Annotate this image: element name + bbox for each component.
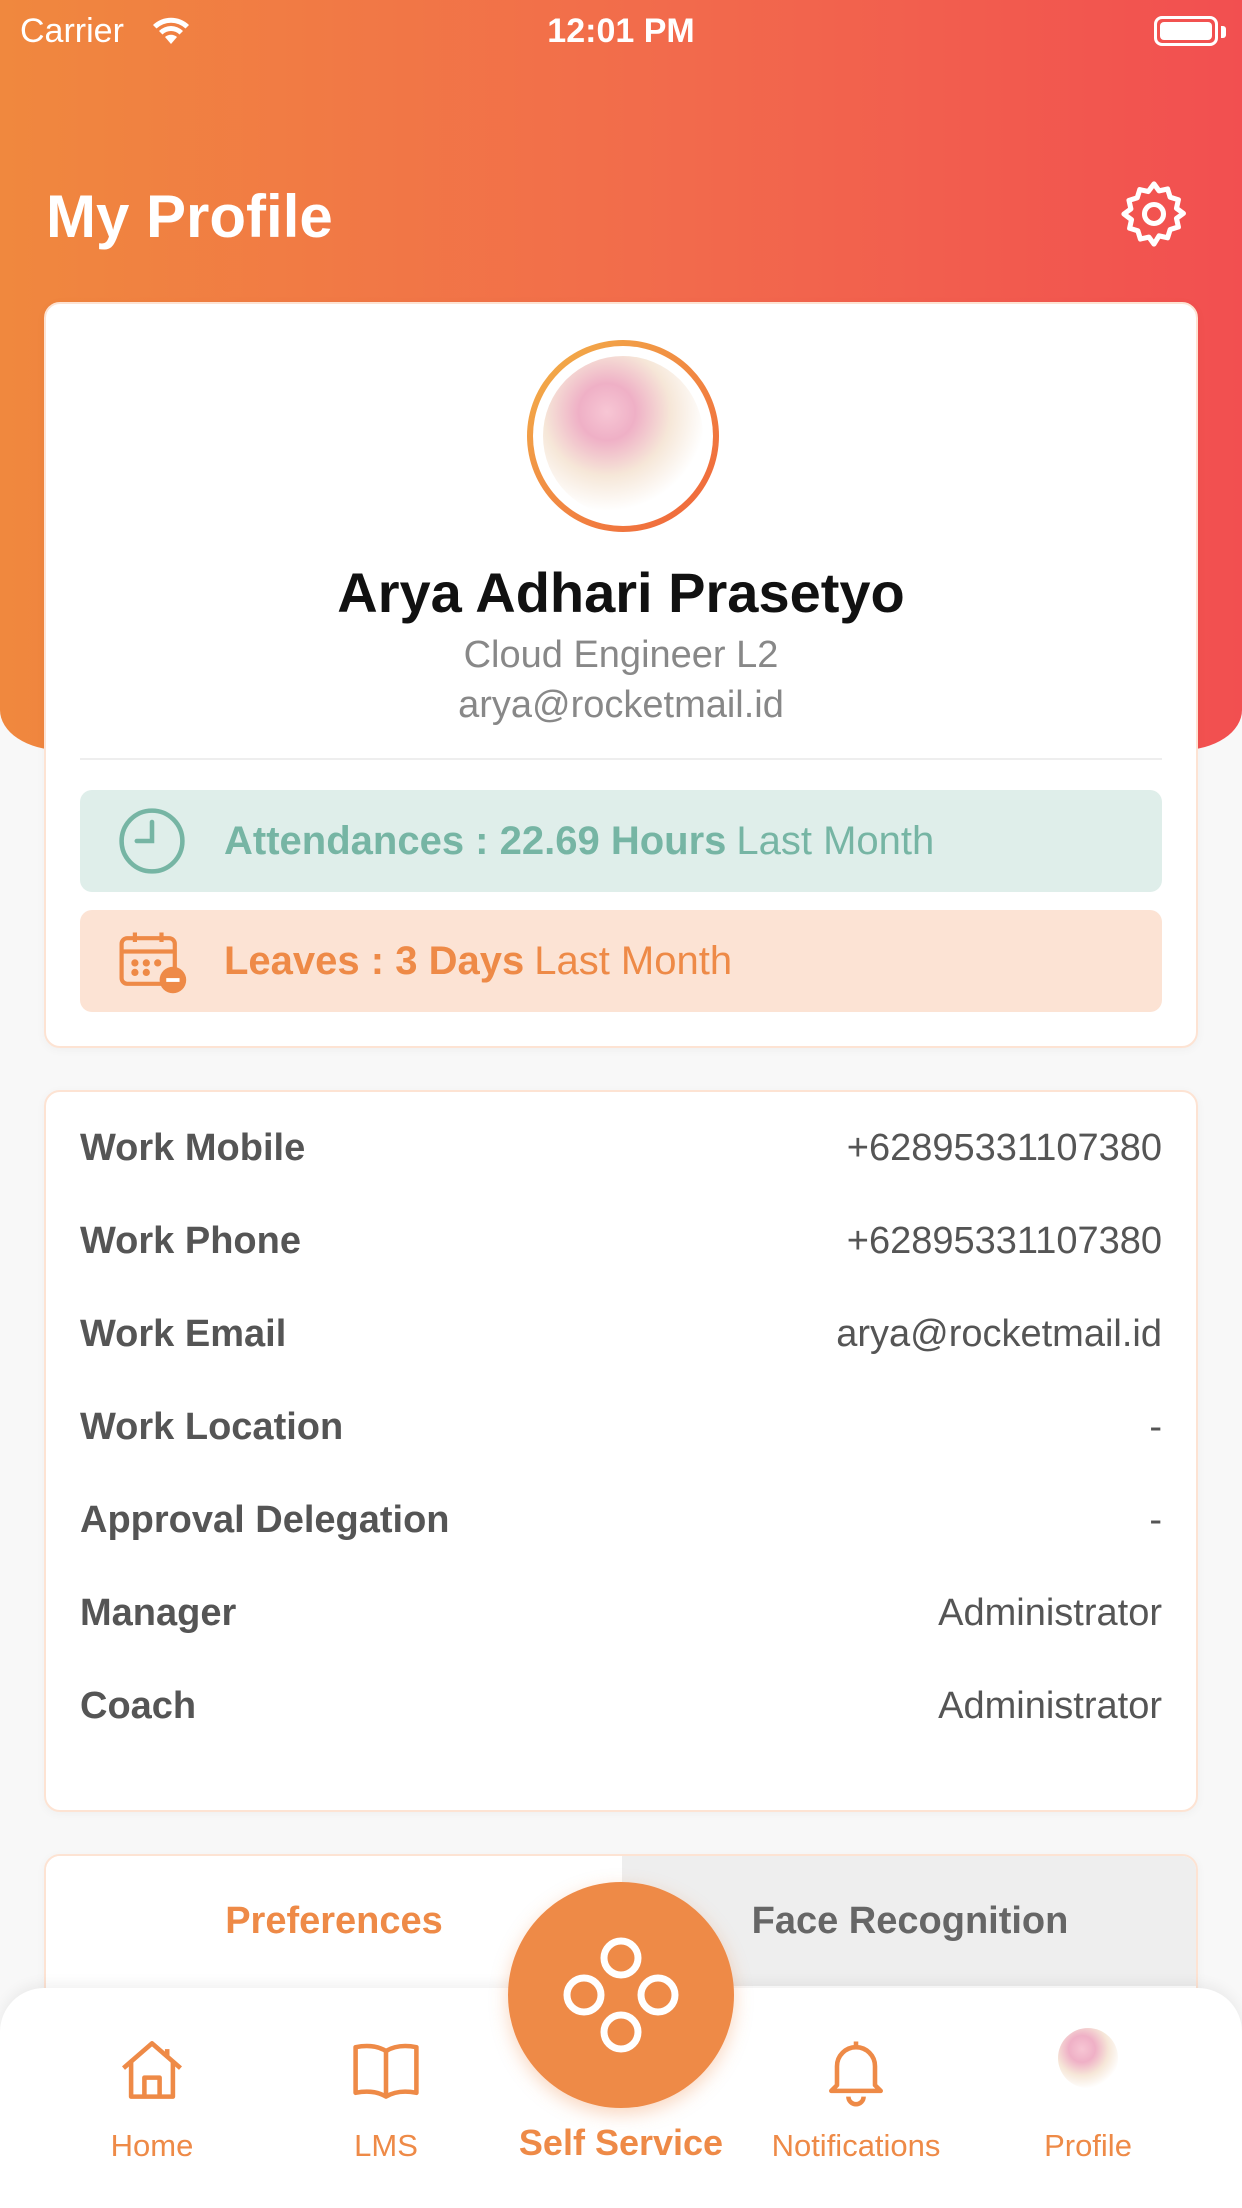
leaves-summary[interactable]: Leaves : 3 Days Last Month	[80, 910, 1162, 1012]
profile-avatar-icon	[1058, 2028, 1118, 2088]
avatar[interactable]	[527, 340, 719, 532]
book-icon	[353, 2043, 419, 2099]
profile-card: Arya Adhari Prasetyo Cloud Engineer L2 a…	[44, 302, 1198, 1048]
self-service-button[interactable]	[508, 1882, 734, 2108]
info-value[interactable]: arya@rocketmail.id	[836, 1313, 1162, 1356]
info-value: -	[1149, 1405, 1162, 1448]
info-label: Manager	[80, 1591, 237, 1634]
status-time: 12:01 PM	[547, 12, 695, 50]
info-row-manager: Manager Administrator	[80, 1583, 1162, 1643]
nav-profile[interactable]: Profile	[988, 1988, 1188, 2208]
nav-home[interactable]: Home	[52, 1988, 252, 2208]
work-info-card: Work Mobile +62895331107380 Work Phone +…	[44, 1090, 1198, 1812]
attendance-summary[interactable]: Attendances : 22.69 Hours Last Month	[80, 790, 1162, 892]
info-label: Work Email	[80, 1312, 287, 1355]
profile-email: arya@rocketmail.id	[458, 684, 784, 726]
bell-icon	[829, 2041, 883, 2107]
info-row-work-location: Work Location -	[80, 1397, 1162, 1457]
profile-role: Cloud Engineer L2	[463, 634, 779, 676]
page-title: My Profile	[46, 183, 333, 250]
clock-icon	[119, 808, 185, 874]
gear-icon[interactable]	[1116, 176, 1192, 252]
info-value[interactable]: +62895331107380	[847, 1220, 1162, 1263]
battery-tip	[1221, 26, 1226, 38]
info-value: Administrator	[938, 1591, 1162, 1634]
info-value[interactable]: +62895331107380	[847, 1127, 1162, 1170]
info-row-work-phone: Work Phone +62895331107380	[80, 1211, 1162, 1271]
avatar-image	[543, 356, 703, 516]
info-row-work-mobile: Work Mobile +62895331107380	[80, 1118, 1162, 1178]
info-value: -	[1149, 1498, 1162, 1541]
nav-lms[interactable]: LMS	[286, 1988, 486, 2208]
status-bar: Carrier 12:01 PM	[0, 0, 1242, 64]
attendance-label: Attendances : 22.69 Hours	[224, 818, 727, 863]
nav-profile-label: Profile	[1044, 2128, 1132, 2163]
self-service-icon	[563, 1937, 679, 2053]
info-label: Work Mobile	[80, 1126, 306, 1169]
calendar-remove-icon	[119, 932, 187, 994]
info-label: Work Phone	[80, 1219, 301, 1262]
home-icon	[122, 2041, 182, 2099]
nav-notifications[interactable]: Notifications	[756, 1988, 956, 2208]
divider	[80, 758, 1162, 760]
profile-name: Arya Adhari Prasetyo	[337, 561, 905, 624]
info-value: Administrator	[938, 1684, 1162, 1727]
leaves-label: Leaves : 3 Days	[224, 938, 525, 983]
info-row-coach: Coach Administrator	[80, 1676, 1162, 1736]
self-service-label: Self Service	[518, 2122, 724, 2163]
info-label: Coach	[80, 1684, 197, 1727]
info-label: Work Location	[80, 1405, 344, 1448]
attendance-period: Last Month	[736, 818, 935, 863]
leaves-period: Last Month	[534, 938, 733, 983]
info-row-approval-delegation: Approval Delegation -	[80, 1490, 1162, 1550]
info-row-work-email: Work Email arya@rocketmail.id	[80, 1304, 1162, 1364]
info-label: Approval Delegation	[80, 1498, 450, 1541]
avatar-frame	[533, 346, 713, 526]
battery-icon	[1154, 16, 1218, 46]
